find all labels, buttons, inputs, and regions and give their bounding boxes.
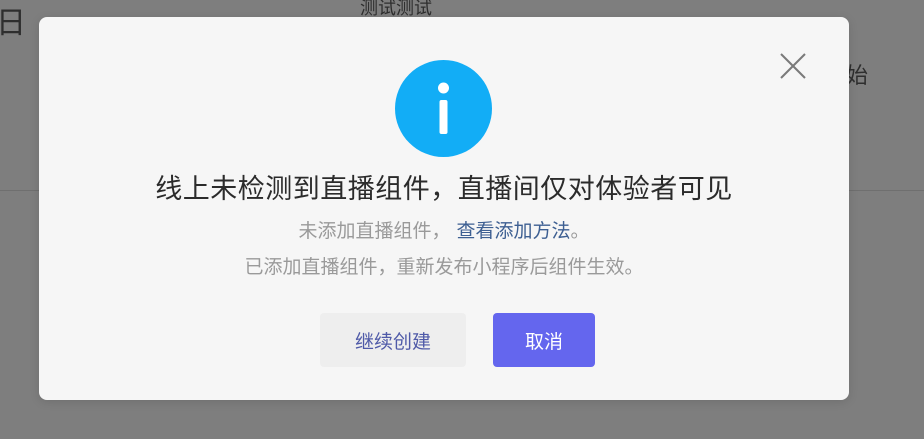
message-line-2: 已添加直播组件，重新发布小程序后组件生效。 xyxy=(244,256,644,278)
message-line-1-text: 未添加直播组件， xyxy=(298,220,451,242)
background-start-text: 始 xyxy=(846,64,869,89)
close-icon xyxy=(780,53,806,79)
live-component-dialog: 线上未检测到直播组件，直播间仅对体验者可见 未添加直播组件， 查看添加方法。 已… xyxy=(39,17,849,400)
cancel-button[interactable]: 取消 xyxy=(493,313,595,367)
close-button[interactable] xyxy=(777,50,809,82)
view-add-method-link[interactable]: 查看添加方法 xyxy=(457,220,571,242)
dialog-title: 线上未检测到直播组件，直播间仅对体验者可见 xyxy=(155,174,733,205)
info-icon xyxy=(395,60,492,157)
message-line-1-end: 。 xyxy=(570,220,590,242)
continue-create-button[interactable]: 继续创建 xyxy=(320,313,466,367)
background-date-text: 日 xyxy=(0,6,26,41)
message-line-1: 未添加直播组件， 查看添加方法。 xyxy=(39,216,849,243)
